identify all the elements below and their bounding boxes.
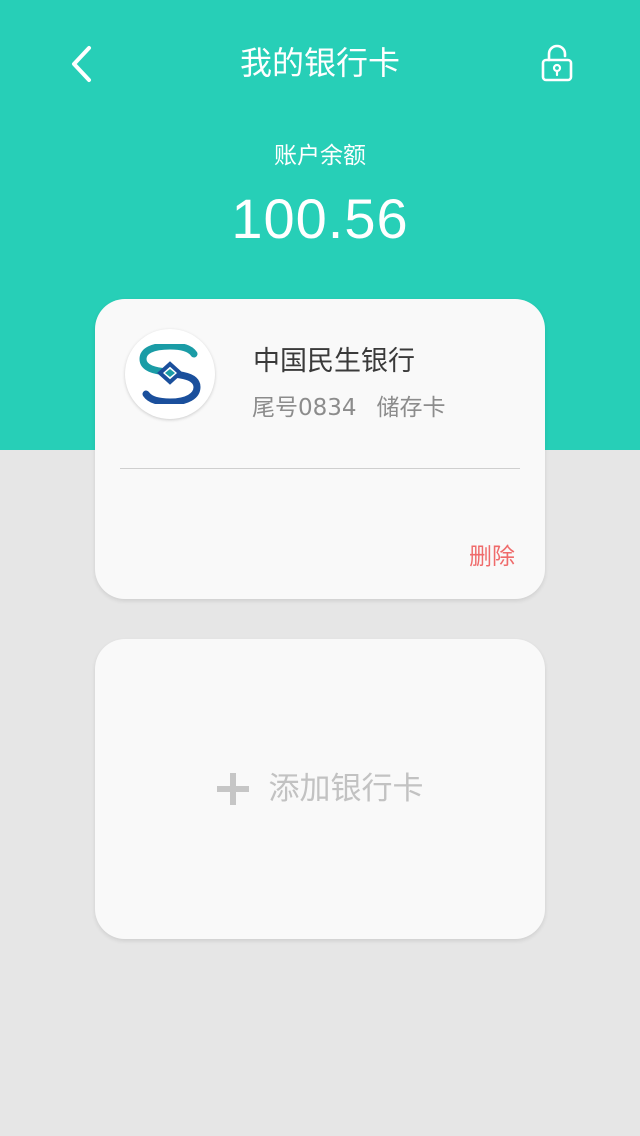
balance-value: 100.56 — [231, 187, 409, 250]
balance-label: 账户余额 — [274, 143, 366, 169]
bank-name: 中国民生银行 — [253, 346, 415, 377]
unlock-icon — [541, 44, 573, 82]
bank-card[interactable]: 中国民生银行 尾号0834 储存卡 删除 — [95, 299, 545, 599]
lock-button[interactable] — [534, 40, 580, 86]
card-divider — [120, 468, 520, 469]
add-card-content: 添加银行卡 — [95, 767, 545, 811]
delete-button[interactable]: 删除 — [469, 541, 515, 573]
card-tail-number: 尾号0834 — [252, 395, 357, 421]
chevron-left-icon — [72, 46, 91, 82]
plus-icon — [216, 773, 249, 805]
cmbc-bank-logo-icon — [139, 344, 201, 404]
bank-logo — [125, 329, 215, 419]
add-card-label: 添加银行卡 — [268, 771, 424, 807]
add-bank-card-button[interactable]: 添加银行卡 — [95, 639, 545, 939]
back-button[interactable] — [62, 42, 102, 86]
card-meta: 尾号0834 储存卡 — [252, 392, 446, 424]
card-type: 储存卡 — [376, 395, 446, 421]
